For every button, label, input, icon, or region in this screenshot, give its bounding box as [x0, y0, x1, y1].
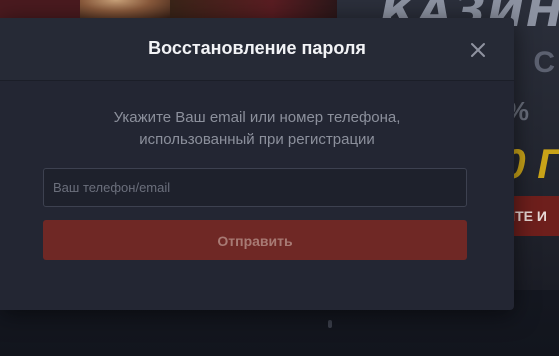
modal-title: Восстановление пароля: [148, 38, 366, 58]
close-icon: [471, 43, 485, 57]
submit-button[interactable]: Отправить: [43, 220, 467, 260]
close-button[interactable]: [466, 38, 490, 62]
modal-header: Восстановление пароля: [0, 18, 514, 81]
background-banner-strip: [0, 0, 80, 18]
password-recovery-modal: Восстановление пароля Укажите Ваш email …: [0, 18, 514, 310]
instruction-text: Укажите Ваш email или номер телефона, ис…: [0, 107, 514, 151]
modal-body: Укажите Ваш email или номер телефона, ис…: [0, 81, 514, 310]
background-portrait-image: [80, 0, 170, 18]
phone-email-input[interactable]: [43, 168, 467, 207]
promo-line: С: [533, 46, 555, 79]
instruction-line-1: Укажите Ваш email или номер телефона,: [113, 109, 401, 126]
background-banner-image: [170, 0, 340, 18]
background-marker: [328, 320, 332, 328]
instruction-line-2: использованный при регистрации: [139, 131, 375, 148]
